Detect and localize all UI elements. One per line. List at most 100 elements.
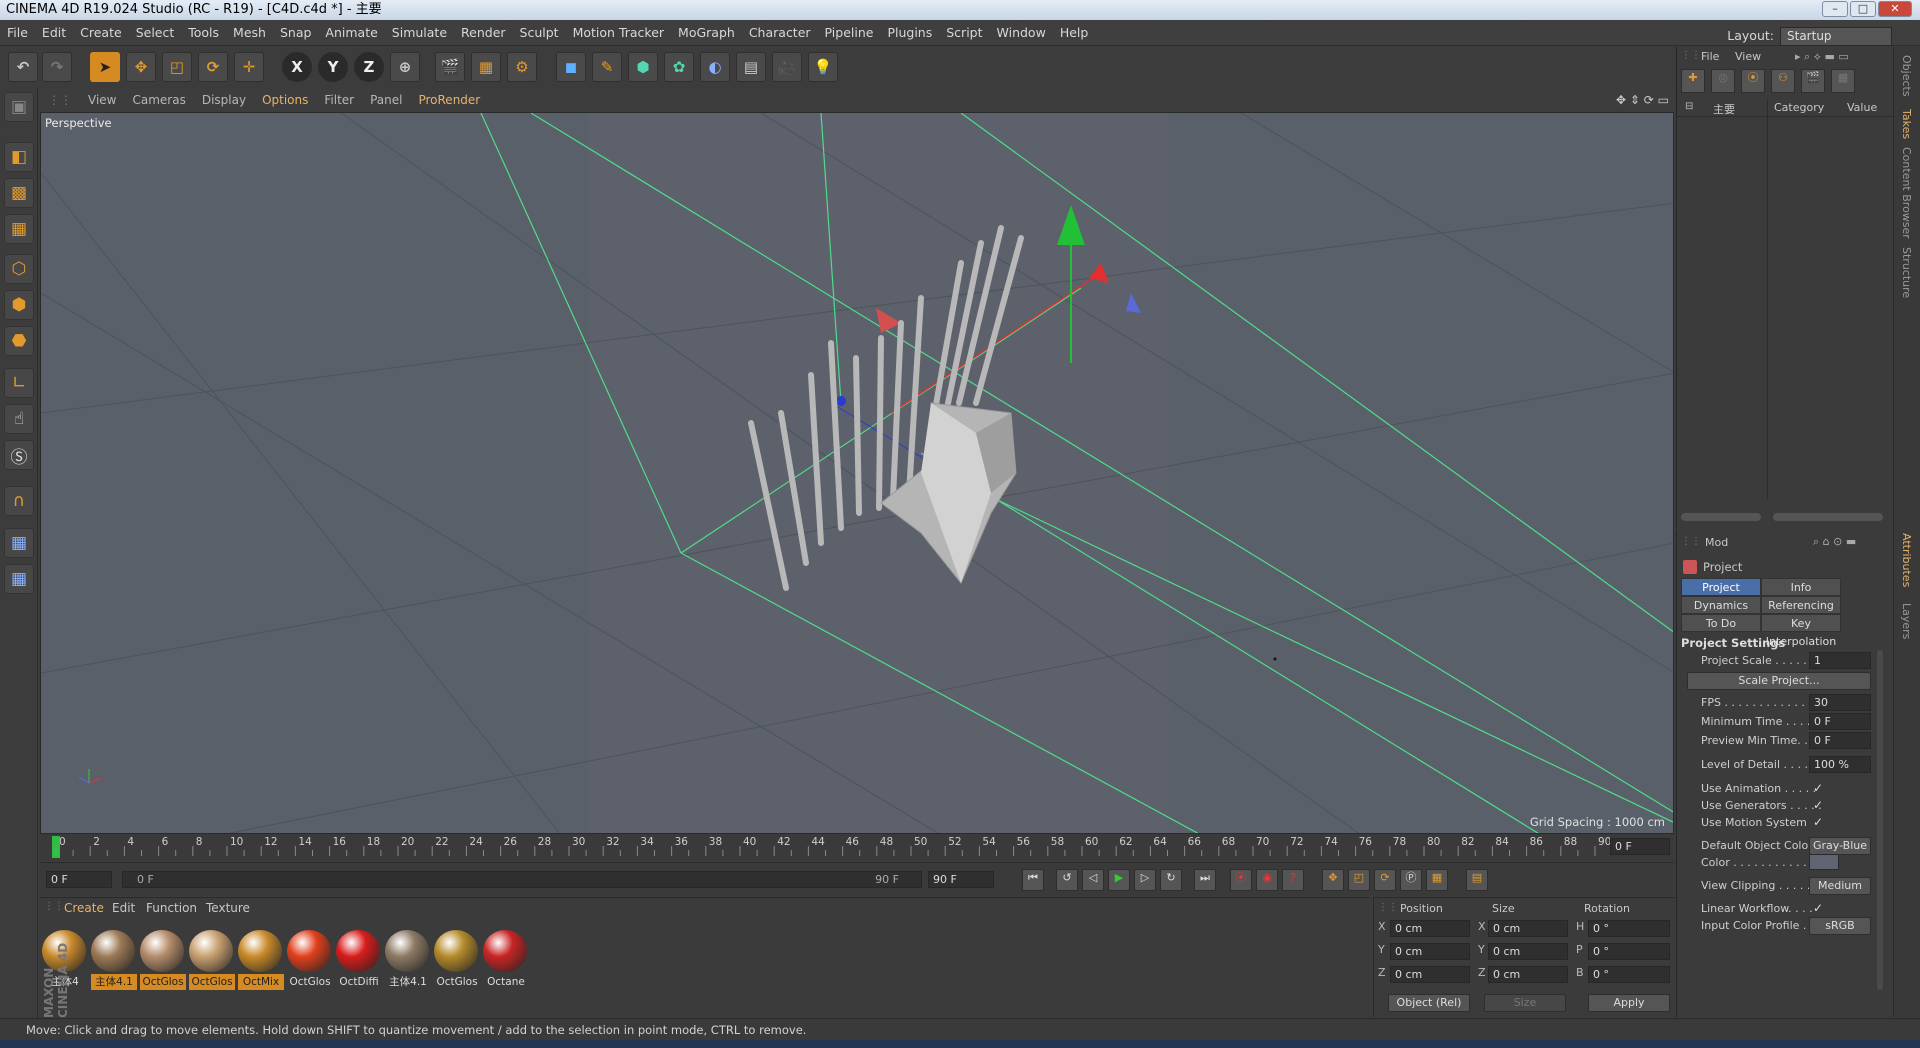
z-axis-lock-icon[interactable]: Z xyxy=(354,52,384,82)
key-rotation-icon[interactable]: ⟳ xyxy=(1374,869,1396,891)
side-tab-attributes[interactable]: Attributes xyxy=(1900,533,1913,587)
vp-menu-cameras[interactable]: Cameras xyxy=(124,89,193,111)
key-scale-icon[interactable]: ◰ xyxy=(1348,869,1370,891)
apply-button[interactable]: Apply xyxy=(1588,994,1670,1012)
menu-select[interactable]: Select xyxy=(129,20,182,46)
maximize-button[interactable]: □ xyxy=(1850,1,1876,17)
vp-menu-filter[interactable]: Filter xyxy=(316,89,362,111)
rotate-tool-icon[interactable]: ⟳ xyxy=(198,52,228,82)
material-swatch[interactable] xyxy=(287,930,331,972)
record-active-icon[interactable]: ⦿ xyxy=(1230,869,1252,891)
use-generators-checkbox[interactable]: ✓ xyxy=(1813,798,1827,812)
material-label[interactable]: OctDiffi xyxy=(336,974,382,990)
menu-character[interactable]: Character xyxy=(742,20,818,46)
time-range-slider[interactable]: 0 F 90 F xyxy=(122,871,922,888)
side-tab-layers[interactable]: Layers xyxy=(1900,603,1913,639)
lod-field[interactable]: 100 % xyxy=(1809,756,1871,773)
material-label[interactable]: 主体4.1 xyxy=(385,974,431,990)
menu-mograph[interactable]: MoGraph xyxy=(671,20,742,46)
menu-edit[interactable]: Edit xyxy=(35,20,73,46)
menu-plugins[interactable]: Plugins xyxy=(880,20,939,46)
material-label[interactable]: OctGlos xyxy=(287,974,333,990)
root-take[interactable]: 主要 xyxy=(1713,101,1735,117)
subdivision-icon[interactable]: ⬢ xyxy=(628,52,658,82)
preview-min-field[interactable]: 0 F xyxy=(1809,732,1871,749)
menu-sculpt[interactable]: Sculpt xyxy=(513,20,566,46)
camera-icon[interactable]: 🎥 xyxy=(772,52,802,82)
tweak-mode-icon[interactable]: ☝ xyxy=(4,404,34,434)
axis-mode-icon[interactable]: ∟ xyxy=(4,368,34,398)
default-color-dropdown[interactable]: Gray-Blue xyxy=(1809,837,1871,855)
material-swatch[interactable] xyxy=(336,930,380,972)
render-picture-viewer-icon[interactable]: ▦ xyxy=(471,52,501,82)
menu-script[interactable]: Script xyxy=(939,20,989,46)
linear-workflow-checkbox[interactable]: ✓ xyxy=(1813,901,1827,915)
mat-menu-create[interactable]: Create xyxy=(64,901,104,915)
model-mode-icon[interactable]: ◧ xyxy=(4,142,34,172)
attr-toolbar-icons[interactable]: ⌕ ⌂ ⊙ ▬ xyxy=(1813,535,1856,549)
override-icon[interactable]: ⦿ xyxy=(1741,69,1765,93)
key-position-icon[interactable]: ✥ xyxy=(1322,869,1344,891)
side-tab-objects[interactable]: Objects xyxy=(1900,55,1913,97)
scale-project-button[interactable]: Scale Project... xyxy=(1687,672,1871,690)
material-label[interactable]: 主体4.1 xyxy=(91,974,137,990)
go-to-end-icon[interactable]: ⏭ xyxy=(1194,869,1216,891)
x-axis-lock-icon[interactable]: X xyxy=(282,52,312,82)
render-take-icon[interactable]: 🎬 xyxy=(1801,69,1825,93)
points-mode-icon[interactable]: ⬡ xyxy=(4,254,34,284)
start-frame-field[interactable]: 0 F xyxy=(46,871,112,888)
position-field[interactable]: 0 cm xyxy=(1390,966,1470,983)
cube-object-icon[interactable]: ◼ xyxy=(556,52,586,82)
material-swatch[interactable] xyxy=(385,930,429,972)
add-take-icon[interactable]: ✚ xyxy=(1681,69,1705,93)
position-field[interactable]: 0 cm xyxy=(1390,943,1470,960)
mat-menu-edit[interactable]: Edit xyxy=(112,901,135,915)
mat-menu-texture[interactable]: Texture xyxy=(206,901,250,915)
autokey-icon[interactable]: ◉ xyxy=(1256,869,1278,891)
coordinate-system-icon[interactable]: ⊕ xyxy=(390,52,420,82)
auto-take-icon[interactable]: ⚇ xyxy=(1771,69,1795,93)
tab-dynamics[interactable]: Dynamics xyxy=(1681,596,1761,614)
menu-file[interactable]: File xyxy=(0,20,35,46)
viewport-3d[interactable]: Perspective Grid Spacing : 1000 cm xyxy=(40,112,1674,834)
color-swatch[interactable] xyxy=(1809,854,1839,870)
current-frame-field[interactable]: 0 F xyxy=(1610,838,1670,855)
material-swatch[interactable] xyxy=(189,930,233,972)
material-swatch[interactable] xyxy=(238,930,282,972)
fps-field[interactable]: 30 xyxy=(1809,694,1871,711)
keyframe-selection-icon[interactable]: ? xyxy=(1282,869,1304,891)
menu-help[interactable]: Help xyxy=(1053,20,1096,46)
side-tab-content-browser[interactable]: Content Browser xyxy=(1900,147,1913,239)
timeline-ruler[interactable]: 0 2 4 6 8 10 12 14 16 18 20 22 24 26 28 30 32 34 36 38 40 42 4… xyxy=(40,834,1674,860)
menu-window[interactable]: Window xyxy=(990,20,1053,46)
recent-tool-icon[interactable]: ✛ xyxy=(234,52,264,82)
make-editable-icon[interactable]: ▣ xyxy=(4,92,34,122)
scale-tool-icon[interactable]: ◰ xyxy=(162,52,192,82)
deformer-icon[interactable]: ◐ xyxy=(700,52,730,82)
planar-workplane-icon[interactable]: ▦ xyxy=(4,564,34,594)
material-label[interactable]: Octane xyxy=(483,974,529,990)
material-swatch[interactable] xyxy=(91,930,135,972)
h-scrollbar-left[interactable] xyxy=(1681,513,1761,521)
tab-referencing[interactable]: Referencing xyxy=(1761,596,1841,614)
solo-mode-icon[interactable]: Ⓢ xyxy=(4,440,34,470)
next-key-icon[interactable]: ↻ xyxy=(1160,869,1182,891)
menu-simulate[interactable]: Simulate xyxy=(385,20,454,46)
rotation-field[interactable]: 0 ° xyxy=(1588,966,1670,983)
playhead[interactable] xyxy=(52,836,60,858)
menu-animate[interactable]: Animate xyxy=(318,20,384,46)
material-label[interactable]: OctGlos xyxy=(140,974,186,990)
workplane-mode-icon[interactable]: ▦ xyxy=(4,214,34,244)
material-swatch[interactable] xyxy=(140,930,184,972)
view-clipping-dropdown[interactable]: Medium xyxy=(1809,877,1871,895)
rotation-field[interactable]: 0 ° xyxy=(1588,920,1670,937)
min-time-field[interactable]: 0 F xyxy=(1809,713,1871,730)
select-tool-icon[interactable]: ➤ xyxy=(90,52,120,82)
key-pla-icon[interactable]: ▦ xyxy=(1426,869,1448,891)
vp-menu-prorender[interactable]: ProRender xyxy=(410,89,488,111)
v-scrollbar[interactable] xyxy=(1877,650,1883,990)
expand-icon[interactable]: ⊟ xyxy=(1685,101,1693,112)
vp-menu-options[interactable]: Options xyxy=(254,89,316,111)
next-frame-icon[interactable]: ▷ xyxy=(1134,869,1156,891)
move-tool-icon[interactable]: ✥ xyxy=(126,52,156,82)
